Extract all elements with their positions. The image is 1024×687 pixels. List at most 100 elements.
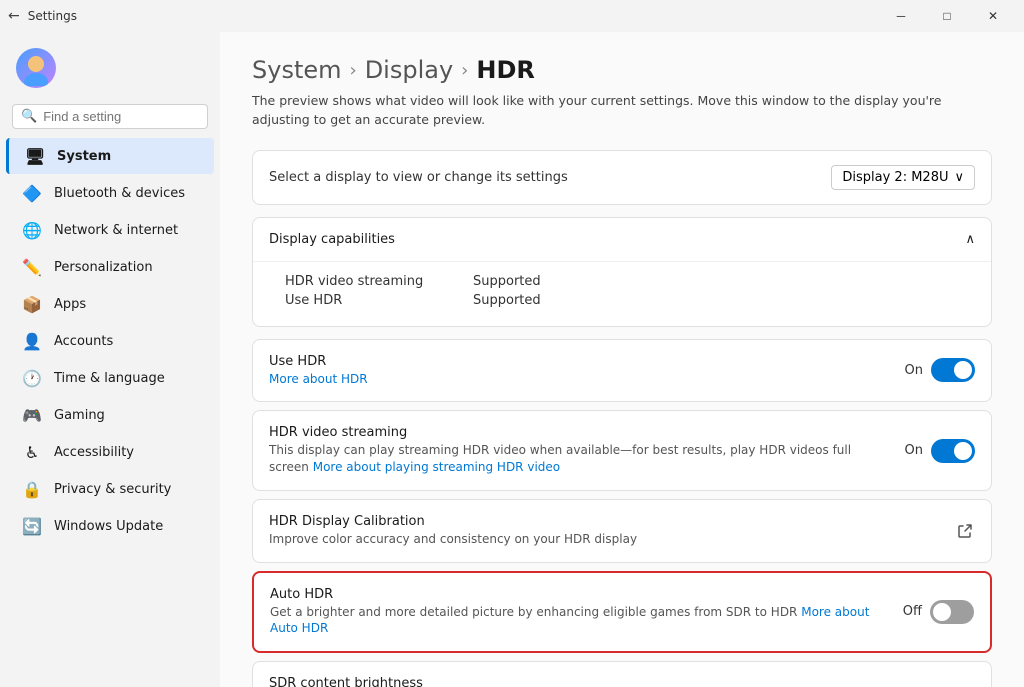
minimize-button[interactable]: ─	[878, 0, 924, 32]
sidebar-item-bluetooth[interactable]: 🔷 Bluetooth & devices	[6, 175, 214, 211]
back-icon[interactable]: ←	[8, 8, 20, 24]
breadcrumb-system[interactable]: System	[252, 56, 342, 84]
use-hdr-toggle-thumb	[954, 361, 972, 379]
title-bar: ← Settings ─ □ ✕	[0, 0, 1024, 32]
capabilities-collapse-icon: ∧	[965, 232, 975, 247]
use-hdr-toggle-label: On	[905, 363, 923, 378]
app-body: 🔍 🖥 System 🔷 Bluetooth & devices 🌐 Netwo…	[0, 32, 1024, 687]
auto-hdr-toggle[interactable]	[930, 600, 974, 624]
hdr-streaming-info: HDR video streaming This display can pla…	[269, 425, 889, 476]
nav-label-gaming: Gaming	[54, 408, 105, 423]
sidebar-item-apps[interactable]: 📦 Apps	[6, 286, 214, 322]
hdr-calibration-desc: Improve color accuracy and consistency o…	[269, 531, 939, 548]
nav-icon-bluetooth: 🔷	[22, 183, 42, 203]
title-bar-left: ← Settings	[8, 8, 77, 24]
breadcrumb-hdr: HDR	[476, 56, 535, 84]
use-hdr-desc: More about HDR	[269, 371, 889, 388]
auto-hdr-title: Auto HDR	[270, 587, 887, 602]
sidebar-item-accessibility[interactable]: ♿ Accessibility	[6, 434, 214, 470]
nav-label-personalization: Personalization	[54, 260, 153, 275]
nav-label-privacy: Privacy & security	[54, 482, 171, 497]
nav-icon-accessibility: ♿	[22, 442, 42, 462]
close-button[interactable]: ✕	[970, 0, 1016, 32]
hdr-streaming-toggle[interactable]	[931, 439, 975, 463]
nav-icon-time: 🕐	[22, 368, 42, 388]
nav-icon-network: 🌐	[22, 220, 42, 240]
hdr-calibration-row: HDR Display Calibration Improve color ac…	[252, 499, 992, 563]
nav-label-accounts: Accounts	[54, 334, 113, 349]
display-selector-label: Select a display to view or change its s…	[269, 170, 568, 185]
search-box[interactable]: 🔍	[12, 104, 208, 129]
cap-value-usehdr: Supported	[473, 293, 541, 308]
sdr-title: SDR content brightness	[269, 676, 975, 687]
auto-hdr-control: Off	[903, 600, 974, 624]
sidebar-item-time[interactable]: 🕐 Time & language	[6, 360, 214, 396]
auto-hdr-info: Auto HDR Get a brighter and more detaile…	[270, 587, 887, 638]
use-hdr-row: Use HDR More about HDR On	[252, 339, 992, 403]
use-hdr-info: Use HDR More about HDR	[269, 354, 889, 388]
display-dropdown[interactable]: Display 2: M28U ∨	[831, 165, 975, 190]
dropdown-arrow-icon: ∨	[954, 170, 964, 185]
sidebar-item-privacy[interactable]: 🔒 Privacy & security	[6, 471, 214, 507]
sidebar-item-personalization[interactable]: ✏️ Personalization	[6, 249, 214, 285]
hdr-streaming-row: HDR video streaming This display can pla…	[252, 410, 992, 491]
breadcrumb-display[interactable]: Display	[365, 56, 453, 84]
sdr-section: SDR content brightness Move this window …	[252, 661, 992, 687]
hdr-streaming-title: HDR video streaming	[269, 425, 889, 440]
external-link-icon[interactable]	[955, 521, 975, 541]
hdr-streaming-desc: This display can play streaming HDR vide…	[269, 442, 889, 476]
sidebar-item-gaming[interactable]: 🎮 Gaming	[6, 397, 214, 433]
cap-row-usehdr: Use HDR Supported	[285, 293, 975, 308]
hdr-streaming-control: On	[905, 439, 975, 463]
nav-label-bluetooth: Bluetooth & devices	[54, 186, 185, 201]
nav-label-network: Network & internet	[54, 223, 178, 238]
capabilities-header[interactable]: Display capabilities ∧	[253, 218, 991, 262]
nav-icon-gaming: 🎮	[22, 405, 42, 425]
sidebar-item-update[interactable]: 🔄 Windows Update	[6, 508, 214, 544]
nav-icon-personalization: ✏️	[22, 257, 42, 277]
nav-icon-accounts: 👤	[22, 331, 42, 351]
user-avatar-section	[0, 32, 220, 100]
hdr-calibration-control	[955, 521, 975, 541]
maximize-button[interactable]: □	[924, 0, 970, 32]
display-selector: Select a display to view or change its s…	[252, 150, 992, 205]
search-input[interactable]	[43, 109, 199, 124]
nav-label-time: Time & language	[54, 371, 165, 386]
sidebar: 🔍 🖥 System 🔷 Bluetooth & devices 🌐 Netwo…	[0, 32, 220, 687]
breadcrumb: System › Display › HDR	[252, 56, 992, 84]
hdr-calibration-title: HDR Display Calibration	[269, 514, 939, 529]
capabilities-card: Display capabilities ∧ HDR video streami…	[252, 217, 992, 327]
sidebar-item-accounts[interactable]: 👤 Accounts	[6, 323, 214, 359]
capabilities-body: HDR video streaming Supported Use HDR Su…	[253, 262, 991, 326]
nav-container: 🖥 System 🔷 Bluetooth & devices 🌐 Network…	[0, 137, 220, 545]
hdr-calibration-info: HDR Display Calibration Improve color ac…	[269, 514, 939, 548]
hdr-streaming-link[interactable]: More about playing streaming HDR video	[313, 460, 560, 474]
auto-hdr-row: Auto HDR Get a brighter and more detaile…	[252, 571, 992, 654]
search-icon: 🔍	[21, 109, 37, 124]
window-title: Settings	[28, 9, 77, 23]
nav-label-apps: Apps	[54, 297, 86, 312]
use-hdr-title: Use HDR	[269, 354, 889, 369]
auto-hdr-link[interactable]: More about Auto HDR	[270, 605, 869, 636]
use-hdr-toggle[interactable]	[931, 358, 975, 382]
sidebar-item-system[interactable]: 🖥 System	[6, 138, 214, 174]
avatar[interactable]	[16, 48, 56, 88]
nav-icon-apps: 📦	[22, 294, 42, 314]
main-content: System › Display › HDR The preview shows…	[220, 32, 1024, 687]
use-hdr-link[interactable]: More about HDR	[269, 372, 368, 386]
title-bar-controls: ─ □ ✕	[878, 0, 1016, 32]
cap-value-streaming: Supported	[473, 274, 541, 289]
auto-hdr-toggle-label: Off	[903, 604, 922, 619]
nav-label-accessibility: Accessibility	[54, 445, 134, 460]
nav-icon-update: 🔄	[22, 516, 42, 536]
page-subtitle: The preview shows what video will look l…	[252, 92, 992, 130]
breadcrumb-sep1: ›	[350, 60, 357, 81]
capabilities-title: Display capabilities	[269, 232, 395, 247]
sidebar-item-network[interactable]: 🌐 Network & internet	[6, 212, 214, 248]
cap-label-usehdr: Use HDR	[285, 293, 425, 308]
breadcrumb-sep2: ›	[461, 60, 468, 81]
nav-icon-system: 🖥	[25, 146, 45, 166]
auto-hdr-desc: Get a brighter and more detailed picture…	[270, 604, 887, 638]
hdr-streaming-toggle-label: On	[905, 443, 923, 458]
auto-hdr-toggle-thumb	[933, 603, 951, 621]
